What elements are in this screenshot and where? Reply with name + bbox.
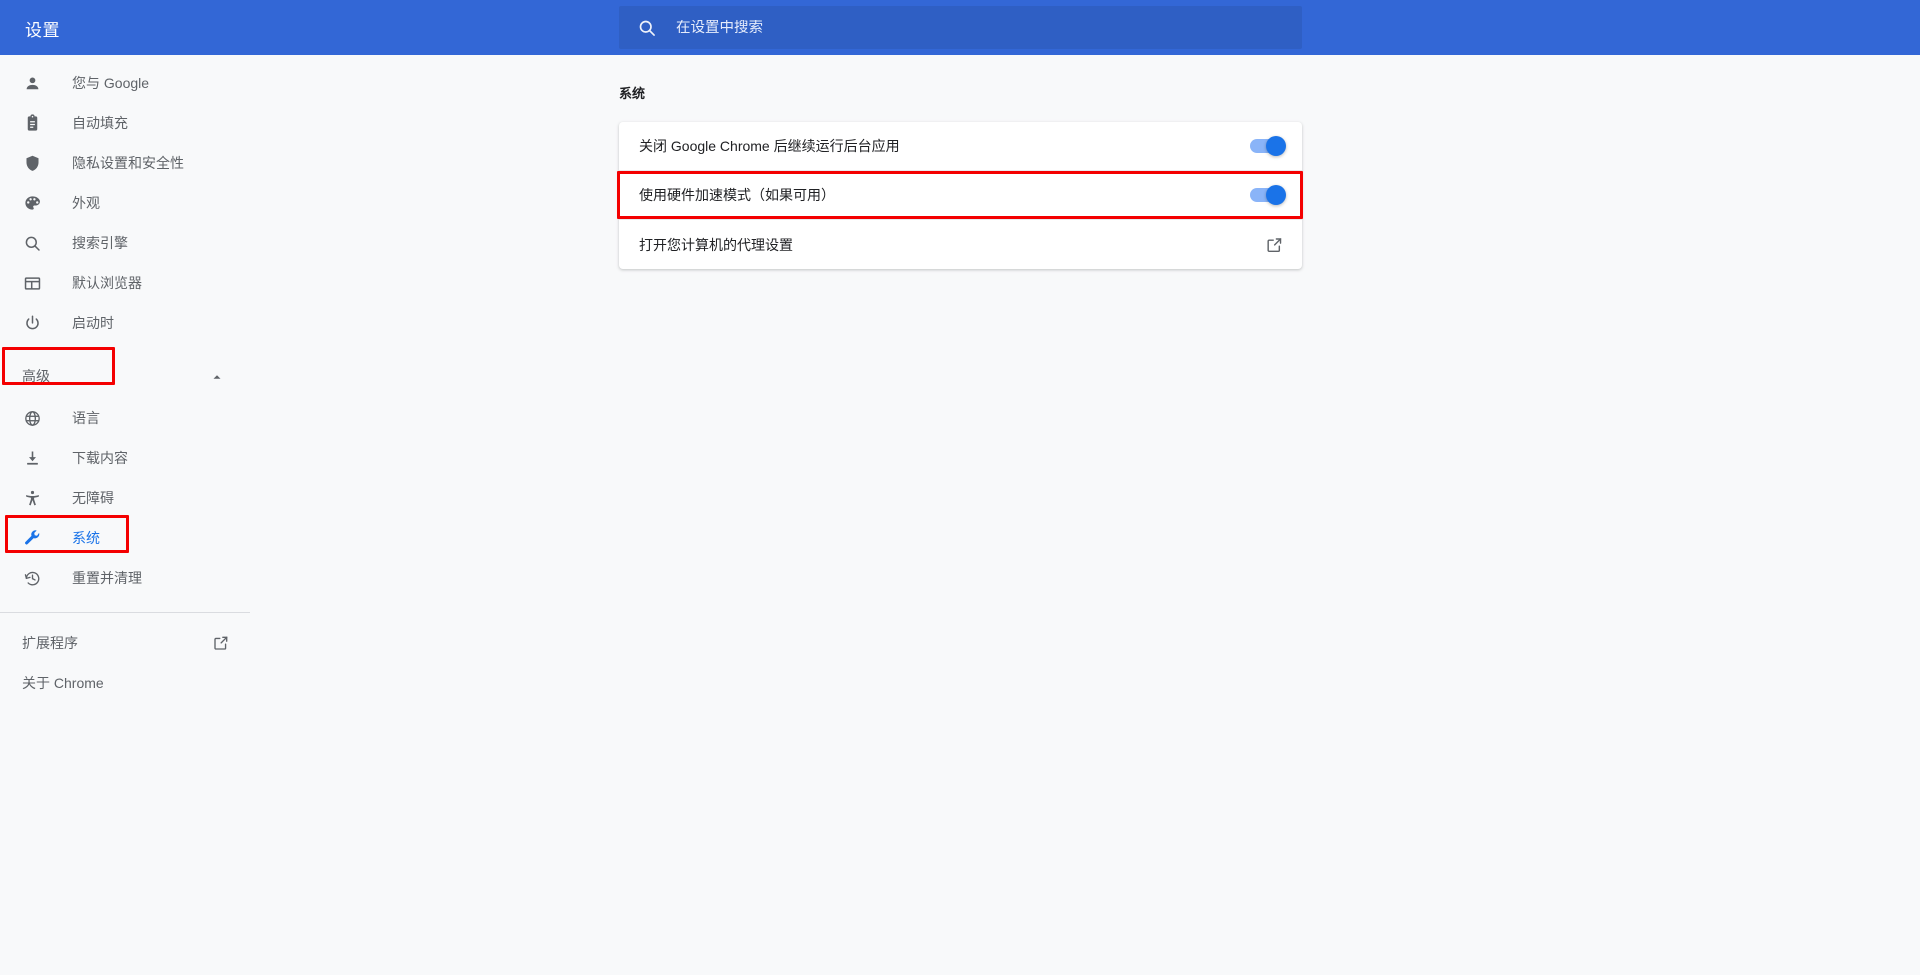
sidebar-item-languages[interactable]: 语言	[0, 398, 300, 438]
sidebar-item-label: 下载内容	[72, 450, 128, 466]
toggle-knob	[1266, 136, 1286, 156]
sidebar-item-label: 无障碍	[72, 490, 114, 506]
row-control	[1250, 136, 1286, 156]
globe-icon	[22, 408, 42, 428]
sidebar-divider	[0, 612, 250, 613]
search-input[interactable]	[676, 19, 1236, 36]
background-apps-toggle[interactable]	[1250, 136, 1286, 156]
sidebar-item-label: 启动时	[72, 315, 114, 331]
sidebar-item-downloads[interactable]: 下载内容	[0, 438, 300, 478]
browser-window-icon	[22, 273, 42, 293]
section-title-system: 系统	[619, 86, 646, 101]
external-link-icon[interactable]	[212, 634, 230, 652]
shield-icon	[22, 153, 42, 173]
row-label: 打开您计算机的代理设置	[639, 236, 793, 253]
hardware-acceleration-toggle[interactable]	[1250, 185, 1286, 205]
sidebar-item-accessibility[interactable]: 无障碍	[0, 478, 300, 518]
sidebar-item-label: 关于 Chrome	[22, 675, 104, 691]
download-icon	[22, 448, 42, 468]
sidebar-item-label: 扩展程序	[22, 635, 78, 651]
sidebar-item-default-browser[interactable]: 默认浏览器	[0, 263, 300, 303]
sidebar-advanced-items: 语言 下载内容 无障碍 系统 重置并清理	[0, 398, 300, 598]
sidebar-item-label: 您与 Google	[72, 75, 150, 91]
row-label: 使用硬件加速模式（如果可用）	[639, 187, 835, 203]
row-control	[1265, 235, 1284, 254]
wrench-icon	[22, 528, 42, 548]
row-hardware-acceleration[interactable]: 使用硬件加速模式（如果可用）	[619, 171, 1302, 220]
sidebar-item-appearance[interactable]: 外观	[0, 183, 300, 223]
row-label: 关闭 Google Chrome 后继续运行后台应用	[639, 138, 900, 154]
sidebar-item-label: 外观	[72, 195, 100, 211]
app-header: 设置	[0, 0, 1920, 55]
sidebar-item-label: 语言	[72, 410, 100, 426]
sidebar-item-label: 隐私设置和安全性	[72, 155, 184, 171]
page-title: 设置	[25, 21, 60, 40]
history-restore-icon	[22, 568, 42, 588]
settings-sidebar: 您与 Google 自动填充 隐私设置和安全性 外观 搜索引擎 默认浏览器 启动…	[0, 55, 300, 975]
search-icon	[637, 18, 657, 38]
accessibility-icon	[22, 488, 42, 508]
sidebar-item-label: 搜索引擎	[72, 235, 128, 251]
row-open-proxy-settings[interactable]: 打开您计算机的代理设置	[619, 220, 1302, 269]
palette-icon	[22, 193, 42, 213]
sidebar-item-extensions[interactable]: 扩展程序	[0, 623, 300, 663]
toggle-knob	[1266, 185, 1286, 205]
sidebar-group-advanced[interactable]: 高级	[0, 356, 300, 396]
settings-main-content: 系统 关闭 Google Chrome 后继续运行后台应用 使用硬件加速模式（如…	[300, 55, 1920, 975]
sidebar-item-system[interactable]: 系统	[0, 518, 300, 558]
system-settings-card: 关闭 Google Chrome 后继续运行后台应用 使用硬件加速模式（如果可用…	[619, 122, 1302, 269]
row-continue-background-apps[interactable]: 关闭 Google Chrome 后继续运行后台应用	[619, 122, 1302, 171]
sidebar-item-label: 系统	[72, 530, 100, 546]
sidebar-item-privacy-and-security[interactable]: 隐私设置和安全性	[0, 143, 300, 183]
sidebar-item-you-and-google[interactable]: 您与 Google	[0, 63, 300, 103]
search-icon	[22, 233, 42, 253]
external-link-icon[interactable]	[1265, 235, 1284, 254]
clipboard-icon	[22, 113, 42, 133]
sidebar-item-label: 默认浏览器	[72, 275, 142, 291]
sidebar-item-about-chrome[interactable]: 关于 Chrome	[0, 663, 300, 703]
sidebar-item-search-engine[interactable]: 搜索引擎	[0, 223, 300, 263]
power-icon	[22, 313, 42, 333]
sidebar-item-reset-and-clean-up[interactable]: 重置并清理	[0, 558, 300, 598]
row-control	[1250, 185, 1286, 205]
person-icon	[22, 73, 42, 93]
sidebar-item-autofill[interactable]: 自动填充	[0, 103, 300, 143]
chevron-up-icon[interactable]	[211, 370, 223, 382]
sidebar-group-advanced-label: 高级	[22, 368, 50, 384]
sidebar-item-label: 自动填充	[72, 115, 128, 131]
settings-search-bar[interactable]	[619, 6, 1302, 49]
sidebar-item-on-startup[interactable]: 启动时	[0, 303, 300, 343]
sidebar-item-label: 重置并清理	[72, 570, 142, 586]
